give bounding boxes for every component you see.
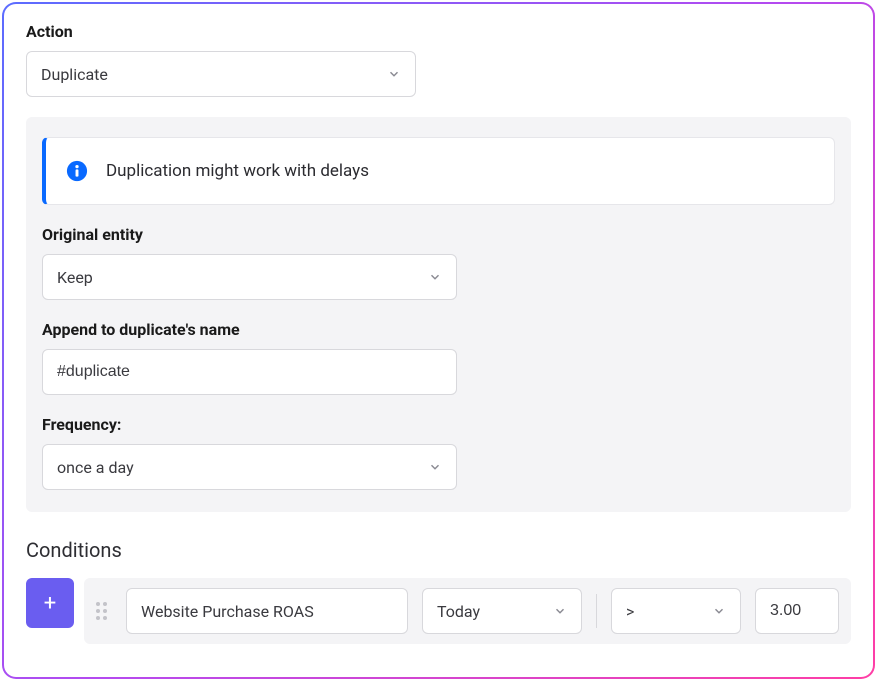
duplicate-settings-box: Duplication might work with delays Origi… — [26, 117, 851, 512]
info-alert: Duplication might work with delays — [42, 137, 835, 205]
condition-operator-select[interactable]: > — [611, 588, 741, 634]
condition-metric-value: Website Purchase ROAS — [141, 602, 314, 621]
condition-value-input-wrap[interactable] — [755, 588, 839, 634]
append-name-input[interactable] — [57, 363, 442, 381]
condition-timeframe-value: Today — [437, 602, 480, 621]
info-icon — [66, 160, 88, 182]
action-label: Action — [26, 22, 851, 41]
divider — [596, 594, 597, 628]
condition-body: Website Purchase ROAS Today > — [84, 578, 851, 644]
chevron-down-icon — [712, 604, 726, 618]
condition-value-input[interactable] — [770, 602, 824, 620]
frequency-value: once a day — [57, 458, 134, 477]
chevron-down-icon — [428, 270, 442, 284]
condition-timeframe-select[interactable]: Today — [422, 588, 582, 634]
add-condition-button[interactable]: + — [26, 578, 74, 628]
condition-metric-select[interactable]: Website Purchase ROAS — [126, 588, 408, 634]
plus-icon: + — [44, 591, 56, 616]
chevron-down-icon — [428, 460, 442, 474]
drag-handle-icon[interactable] — [96, 602, 112, 620]
original-entity-select[interactable]: Keep — [42, 254, 457, 300]
info-alert-text: Duplication might work with delays — [106, 161, 369, 181]
conditions-row: + Website Purchase ROAS Today > — [26, 578, 851, 644]
original-entity-value: Keep — [57, 268, 93, 287]
chevron-down-icon — [387, 67, 401, 81]
conditions-title: Conditions — [26, 538, 851, 562]
form-panel: Action Duplicate Duplication might work … — [4, 4, 873, 677]
frequency-label: Frequency: — [42, 415, 835, 434]
action-select[interactable]: Duplicate — [26, 51, 416, 97]
frequency-select[interactable]: once a day — [42, 444, 457, 490]
gradient-border: Action Duplicate Duplication might work … — [2, 2, 875, 679]
append-name-input-wrap[interactable] — [42, 349, 457, 395]
condition-operator-value: > — [626, 602, 634, 621]
original-entity-label: Original entity — [42, 225, 835, 244]
action-select-value: Duplicate — [41, 65, 108, 84]
chevron-down-icon — [553, 604, 567, 618]
append-name-label: Append to duplicate's name — [42, 320, 835, 339]
